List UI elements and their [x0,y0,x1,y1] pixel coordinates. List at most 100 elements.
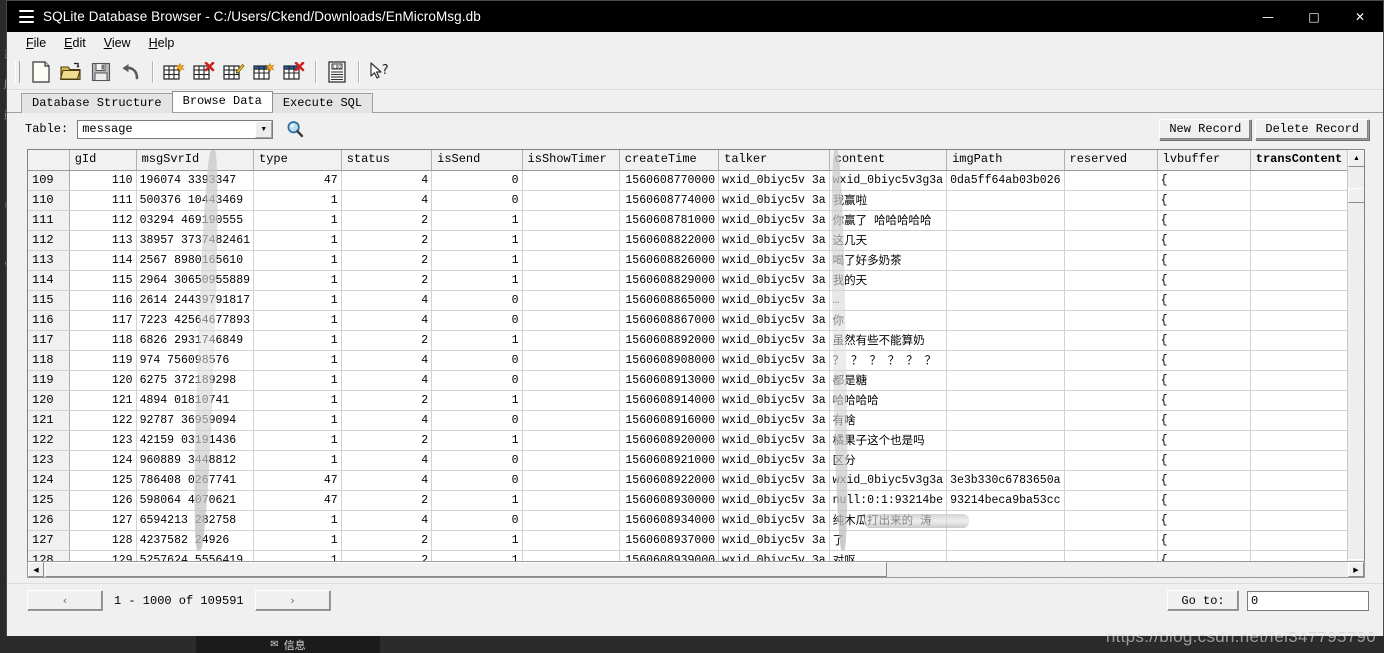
log-icon[interactable]: LOG [322,57,352,87]
cell-msgId[interactable]: 126 [69,490,136,510]
cell-reserved[interactable] [1064,230,1157,250]
cell-type[interactable]: 1 [254,450,342,470]
cell-type[interactable]: 1 [254,390,342,410]
cell-talker[interactable]: wxid_0biyc5v 3a [719,530,830,550]
cell-imgPath[interactable] [947,530,1064,550]
cell-talker[interactable]: wxid_0biyc5v 3a [719,170,830,190]
new-database-icon[interactable] [26,57,56,87]
cell-lvbuffer[interactable]: { [1157,310,1250,330]
cell-msgId[interactable]: 125 [69,470,136,490]
cell-status[interactable]: 2 [341,270,431,290]
cell-type[interactable]: 47 [254,470,342,490]
vertical-scrollbar[interactable]: ▲ ▼ [1347,150,1364,576]
cell-type[interactable]: 47 [254,490,342,510]
cell-lvbuffer[interactable]: { [1157,390,1250,410]
column-header-type[interactable]: type [254,150,342,170]
cell-isSend[interactable]: 0 [432,450,522,470]
cell-status[interactable]: 2 [341,210,431,230]
cell-msgSvrId[interactable]: 6594213 282758 [136,510,253,530]
cell-createTime[interactable]: 1560608916000 [619,410,718,430]
cell-msgSvrId[interactable]: 6826 2931746849 [136,330,253,350]
cell-isSend[interactable]: 1 [432,430,522,450]
cell-reserved[interactable] [1064,290,1157,310]
cell-type[interactable]: 47 [254,170,342,190]
cell-createTime[interactable]: 1560608920000 [619,430,718,450]
cell-msgSvrId[interactable]: 2614 24439791817 [136,290,253,310]
cell-isShowTimer[interactable] [522,490,619,510]
cell-createTime[interactable]: 1560608934000 [619,510,718,530]
cell-type[interactable]: 1 [254,530,342,550]
cell-isSend[interactable]: 0 [432,310,522,330]
table-row[interactable]: 124125786408 026774147401560608922000wxi… [28,470,1364,490]
table-row[interactable]: 1131142567 89801656101211560608826000wxi… [28,250,1364,270]
cell-createTime[interactable]: 1560608913000 [619,370,718,390]
cell-talker[interactable]: wxid_0biyc5v 3a [719,430,830,450]
cell-imgPath[interactable] [947,390,1064,410]
goto-button[interactable]: Go to: [1167,590,1239,611]
toolbar-grip[interactable] [15,61,20,83]
revert-changes-icon[interactable] [116,57,146,87]
cell-lvbuffer[interactable]: { [1157,350,1250,370]
tab-browse-data[interactable]: Browse Data [172,91,273,112]
cell-talker[interactable]: wxid_0biyc5v 3a [719,410,830,430]
delete-table-icon[interactable] [189,57,219,87]
cell-type[interactable]: 1 [254,190,342,210]
table-row[interactable]: 11111203294 4691905551211560608781000wxi… [28,210,1364,230]
cell-imgPath[interactable] [947,290,1064,310]
cell-isShowTimer[interactable] [522,290,619,310]
cell-imgPath[interactable] [947,510,1064,530]
cell-imgPath[interactable] [947,250,1064,270]
cell-status[interactable]: 4 [341,510,431,530]
cell-createTime[interactable]: 1560608930000 [619,490,718,510]
cell-status[interactable]: 4 [341,450,431,470]
cell-isShowTimer[interactable] [522,370,619,390]
cell-msgSvrId[interactable]: 6275 372189298 [136,370,253,390]
cell-status[interactable]: 2 [341,430,431,450]
cell-content[interactable]: 我的天 [829,270,946,290]
cell-isShowTimer[interactable] [522,450,619,470]
cell-lvbuffer[interactable]: { [1157,410,1250,430]
tab-database-structure[interactable]: Database Structure [21,93,173,113]
cell-isSend[interactable]: 0 [432,510,522,530]
cell-lvbuffer[interactable]: { [1157,210,1250,230]
cell-lvbuffer[interactable]: { [1157,530,1250,550]
cell-isSend[interactable]: 0 [432,350,522,370]
cell-status[interactable]: 4 [341,470,431,490]
cell-msgSvrId[interactable]: 786408 0267741 [136,470,253,490]
cell-isShowTimer[interactable] [522,250,619,270]
cell-talker[interactable]: wxid_0biyc5v 3a [719,390,830,410]
cell-status[interactable]: 4 [341,350,431,370]
cell-reserved[interactable] [1064,410,1157,430]
cell-status[interactable]: 4 [341,190,431,210]
cell-content[interactable]: wxid_0biyc5v3g3a [829,170,946,190]
column-header-createTime[interactable]: createTime [619,150,718,170]
cell-createTime[interactable]: 1560608826000 [619,250,718,270]
cell-imgPath[interactable] [947,270,1064,290]
cell-msgId[interactable]: 124 [69,450,136,470]
cell-reserved[interactable] [1064,510,1157,530]
cell-createTime[interactable]: 1560608922000 [619,470,718,490]
cell-isShowTimer[interactable] [522,270,619,290]
cell-imgPath[interactable] [947,330,1064,350]
cell-msgId[interactable]: 121 [69,390,136,410]
cell-msgSvrId[interactable]: 92787 36959094 [136,410,253,430]
cell-msgSvrId[interactable]: 960889 3448812 [136,450,253,470]
table-row[interactable]: 1191206275 3721892981401560608913000wxid… [28,370,1364,390]
cell-content[interactable]: ？ ？ ？ ？ ？ ？ [829,350,946,370]
cell-createTime[interactable]: 1560608867000 [619,310,718,330]
cell-reserved[interactable] [1064,250,1157,270]
column-header-isSend[interactable]: isSend [432,150,522,170]
cell-imgPath[interactable] [947,230,1064,250]
table-row[interactable]: 1261276594213 2827581401560608934000wxid… [28,510,1364,530]
cell-msgSvrId[interactable]: 196074 3393347 [136,170,253,190]
new-record-button[interactable]: New Record [1159,119,1251,140]
cell-isSend[interactable]: 0 [432,190,522,210]
column-header-msgSvrId[interactable]: msgSvrId [136,150,253,170]
cell-talker[interactable]: wxid_0biyc5v 3a [719,230,830,250]
cell-status[interactable]: 4 [341,370,431,390]
cell-msgSvrId[interactable]: 2567 8980165610 [136,250,253,270]
create-table-icon[interactable] [159,57,189,87]
cell-status[interactable]: 4 [341,410,431,430]
column-header-isShowTimer[interactable]: isShowTimer [522,150,619,170]
horizontal-scrollbar[interactable]: ◀ ▶ [27,561,1365,578]
